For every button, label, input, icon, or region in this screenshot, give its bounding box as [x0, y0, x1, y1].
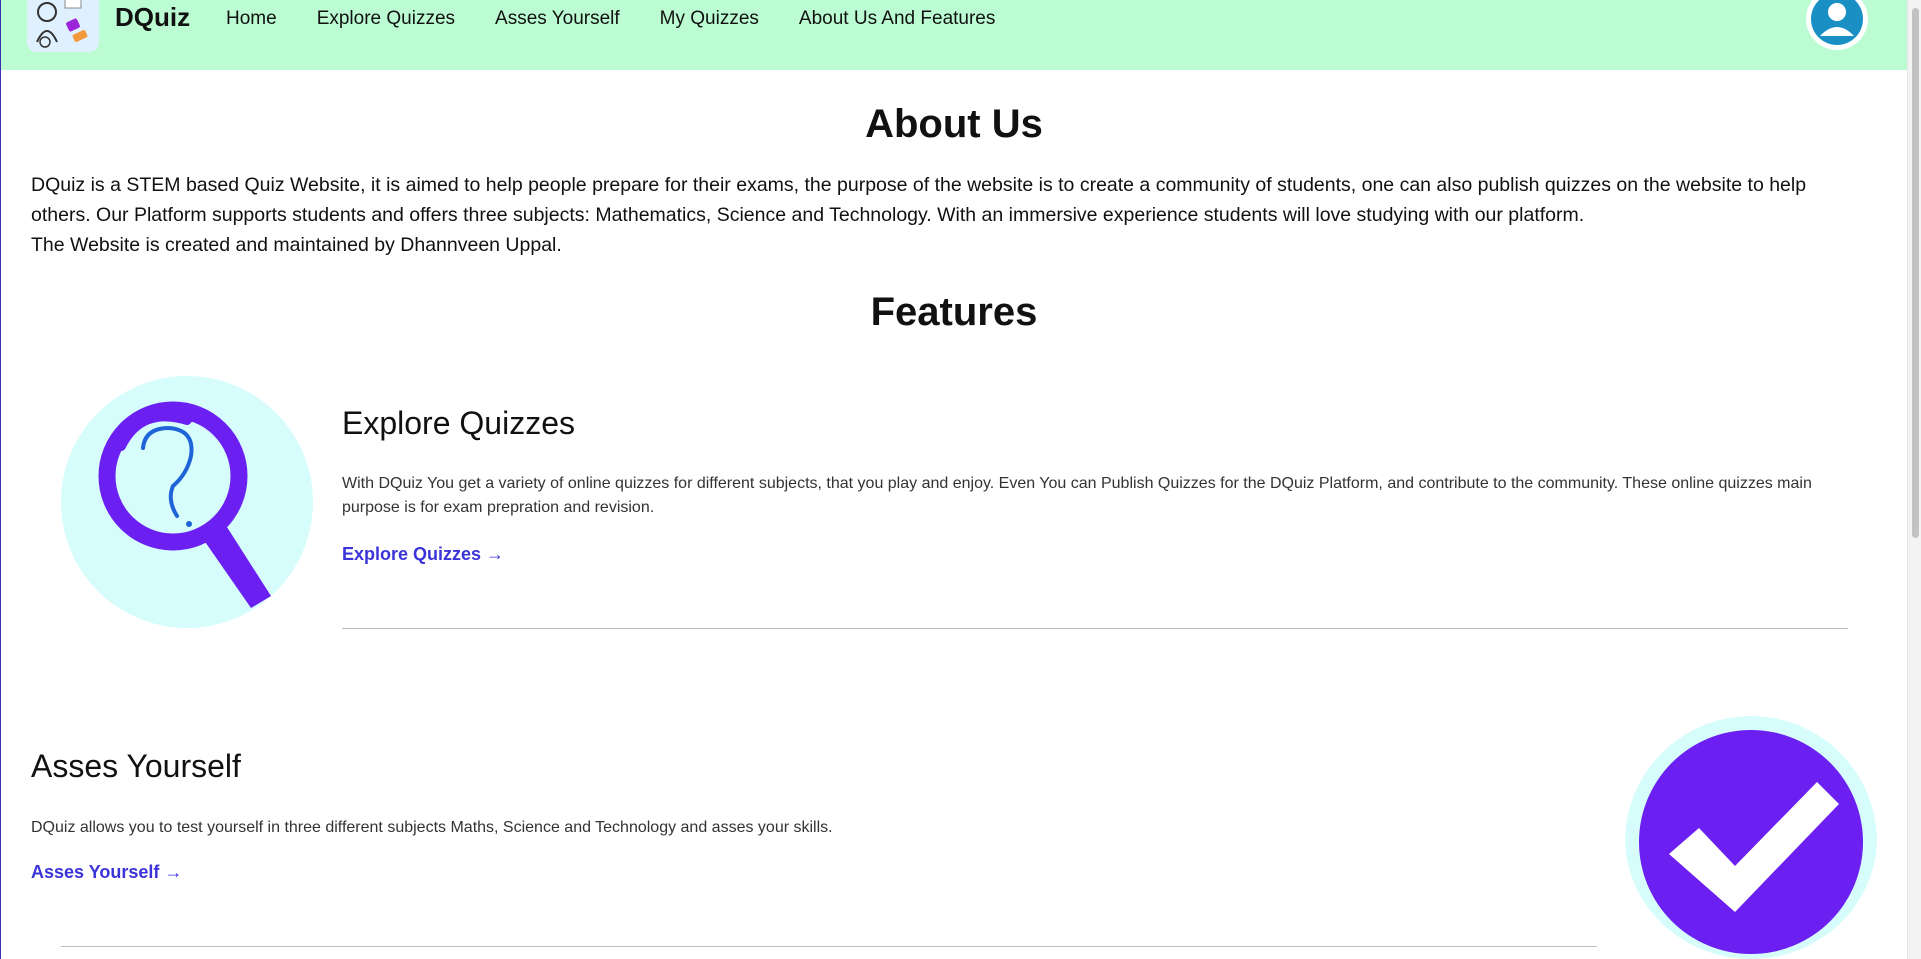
nav-about-us-features[interactable]: About Us And Features: [799, 8, 995, 30]
nav-my-quizzes[interactable]: My Quizzes: [660, 8, 759, 30]
scrollbar[interactable]: [1907, 0, 1921, 959]
navbar: DQuiz Home Explore Quizzes Asses Yoursel…: [1, 0, 1907, 70]
nav-asses-yourself[interactable]: Asses Yourself: [495, 8, 620, 30]
user-avatar-icon[interactable]: [1806, 0, 1868, 50]
about-us-title: About Us: [865, 102, 1043, 146]
about-text: DQuiz is a STEM based Quiz Website, it i…: [31, 170, 1821, 260]
nav-links: Home Explore Quizzes Asses Yourself My Q…: [226, 8, 995, 30]
nav-home[interactable]: Home: [226, 8, 277, 30]
feature-divider: [61, 946, 1597, 947]
scrollbar-thumb[interactable]: [1912, 8, 1919, 538]
page: DQuiz Home Explore Quizzes Asses Yoursel…: [0, 0, 1921, 959]
features-title: Features: [870, 290, 1038, 334]
feature-explore-description: With DQuiz You get a variety of online q…: [342, 475, 1812, 516]
logo-icon[interactable]: [27, 0, 99, 52]
feature-asses-heading: Asses Yourself: [31, 748, 241, 784]
feature-divider: [342, 628, 1848, 629]
checkmark-circle-icon: [1625, 716, 1877, 959]
asses-yourself-link[interactable]: Asses Yourself →: [31, 862, 182, 883]
nav-explore-quizzes[interactable]: Explore Quizzes: [317, 8, 455, 30]
brand-name[interactable]: DQuiz: [115, 2, 190, 33]
feature-asses-description: DQuiz allows you to test yourself in thr…: [31, 819, 833, 836]
explore-quizzes-link[interactable]: Explore Quizzes →: [342, 544, 504, 565]
feature-explore-heading: Explore Quizzes: [342, 405, 575, 441]
magnifier-question-icon: [61, 376, 313, 628]
about-paragraph: DQuiz is a STEM based Quiz Website, it i…: [31, 174, 1807, 226]
about-credit: The Website is created and maintained by…: [31, 234, 562, 256]
